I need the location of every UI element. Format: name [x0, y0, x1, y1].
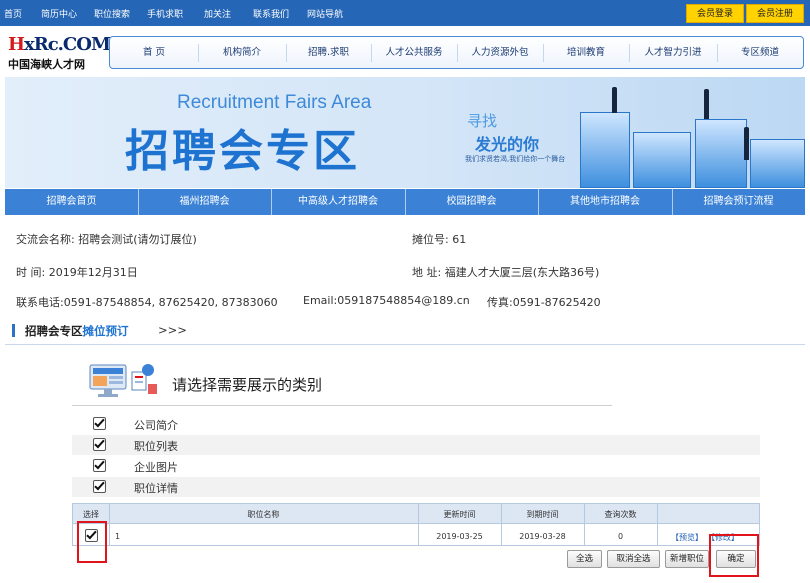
select-all-button[interactable]: 全选	[567, 550, 602, 568]
highlight-confirm-button	[709, 534, 759, 577]
top-link-job-search[interactable]: 职位搜索	[94, 7, 130, 20]
category-label: 企业图片	[134, 461, 178, 474]
table-column-divider	[657, 504, 658, 545]
checkmark-icon	[94, 479, 105, 491]
top-link-sitemap[interactable]: 网站导航	[307, 7, 343, 20]
highlight-row-checkbox	[77, 521, 107, 563]
add-job-button[interactable]: 新增职位	[665, 550, 709, 568]
top-link-follow[interactable]: 加关注	[204, 7, 231, 20]
member-register-button[interactable]: 会员注册	[746, 4, 804, 23]
banner-block-decor	[695, 119, 747, 188]
banner-en-title: Recruitment Fairs Area	[177, 92, 372, 113]
fair-address: 地 址: 福建人才大厦三层(东大路36号)	[412, 266, 600, 279]
site-logo[interactable]: HxRc.COM 中国海峡人才网	[8, 34, 111, 74]
section-divider	[5, 344, 805, 345]
nav-talent-intro[interactable]: 人才智力引进	[629, 37, 717, 68]
logo-site-name: 中国海峡人才网	[8, 58, 85, 71]
category-label: 公司简介	[134, 419, 178, 432]
fair-name: 交流会名称: 招聘会测试(请勿订展位)	[16, 233, 197, 246]
banner-slogan-1: 寻找	[467, 112, 498, 130]
banner-slogan-2: 发光的你	[475, 135, 540, 154]
banner: Recruitment Fairs Area 招聘会专区 寻找 发光的你 我们求…	[5, 77, 805, 188]
subnav-fuzhou[interactable]: 福州招聘会	[138, 189, 271, 215]
row-expires: 2019-03-28	[519, 532, 566, 541]
contact-phone: 联系电话:0591-87548854, 87625420, 87383060	[16, 296, 278, 309]
banner-figure-decor	[612, 87, 617, 113]
category-label: 职位列表	[134, 440, 178, 453]
category-row-company-profile: 公司简介	[72, 414, 760, 434]
checkbox-job-list[interactable]	[93, 437, 106, 451]
top-link-resume[interactable]: 简历中心	[41, 7, 77, 20]
checkmark-icon	[94, 437, 105, 449]
nav-home[interactable]: 首 页	[110, 37, 198, 68]
banner-figure-decor	[744, 127, 749, 160]
category-label: 职位详情	[134, 482, 178, 495]
row-views: 0	[617, 532, 624, 541]
header-job-name: 职位名称	[247, 510, 280, 519]
banner-figure-decor	[704, 89, 709, 119]
checkbox-job-details[interactable]	[93, 479, 106, 493]
nav-public-service[interactable]: 人才公共服务	[371, 37, 457, 68]
header-updated: 更新时间	[443, 510, 476, 519]
header-select: 选择	[83, 510, 99, 519]
top-link-home[interactable]: 首页	[4, 7, 22, 20]
category-row-company-photos: 企业图片	[72, 456, 760, 476]
contact-fax: 传真:0591-87625420	[487, 296, 601, 309]
subnav-fair-home[interactable]: 招聘会首页	[5, 189, 138, 215]
header-views: 查询次数	[604, 510, 637, 519]
main-nav: 首 页 机构简介 招聘.求职 人才公共服务 人力资源外包 培训教育 人才智力引进…	[109, 36, 804, 69]
chooser-divider	[72, 405, 612, 406]
nav-about[interactable]: 机构简介	[198, 37, 286, 68]
row-updated: 2019-03-25	[436, 532, 483, 541]
top-link-contact[interactable]: 联系我们	[253, 7, 289, 20]
banner-block-decor	[633, 132, 691, 188]
banner-slogan-3: 我们求贤若渴,我们给你一个舞台	[465, 155, 566, 163]
section-title-text: 招聘会专区摊位预订	[25, 324, 129, 338]
category-row-job-list: 职位列表	[72, 435, 760, 455]
member-login-button[interactable]: 会员登录	[686, 4, 744, 23]
booth-number: 摊位号: 61	[412, 233, 467, 246]
fair-time: 时 间: 2019年12月31日	[16, 266, 138, 279]
checkbox-company-photos[interactable]	[93, 458, 106, 472]
nav-channels[interactable]: 专区频道	[717, 37, 803, 68]
subnav-other-cities[interactable]: 其他地市招聘会	[538, 189, 672, 215]
category-row-job-details: 职位详情	[72, 477, 760, 497]
checkmark-icon	[94, 416, 105, 428]
subnav-booking-process[interactable]: 招聘会预订流程	[672, 189, 805, 215]
banner-cn-title: 招聘会专区	[125, 126, 360, 177]
fair-sub-nav: 招聘会首页 福州招聘会 中高级人才招聘会 校园招聘会 其他地市招聘会 招聘会预订…	[5, 189, 805, 215]
deselect-all-button[interactable]: 取消全选	[607, 550, 660, 568]
header-expires: 到期时间	[526, 510, 559, 519]
row-preview-link[interactable]: 【预览】	[671, 532, 703, 543]
checkmark-icon	[94, 458, 105, 470]
checkbox-company-profile[interactable]	[93, 416, 106, 430]
nav-outsourcing[interactable]: 人力资源外包	[457, 37, 543, 68]
top-bar: 首页 简历中心 职位搜索 手机求职 加关注 联系我们 网站导航 会员登录 会员注…	[0, 0, 810, 26]
banner-block-decor	[750, 139, 805, 188]
category-chooser-title: 请选择需要展示的类别	[172, 376, 323, 394]
section-title-arrows: >>>	[158, 323, 187, 337]
subnav-senior[interactable]: 中高级人才招聘会	[271, 189, 405, 215]
logo-mark: HxRc.COM	[8, 34, 111, 55]
row-job-name: 1	[115, 532, 121, 541]
contact-email: Email:059187548854@189.cn	[303, 294, 470, 307]
banner-block-decor	[580, 112, 630, 188]
nav-recruit[interactable]: 招聘.求职	[286, 37, 371, 68]
monitor-illustration-icon	[88, 362, 158, 400]
nav-training[interactable]: 培训教育	[543, 37, 629, 68]
section-title-bar	[12, 324, 15, 337]
job-table: 选择 职位名称 更新时间 到期时间 查询次数 1 2019-03-25 2019…	[72, 503, 760, 546]
top-link-mobile[interactable]: 手机求职	[147, 7, 183, 20]
subnav-campus[interactable]: 校园招聘会	[405, 189, 538, 215]
